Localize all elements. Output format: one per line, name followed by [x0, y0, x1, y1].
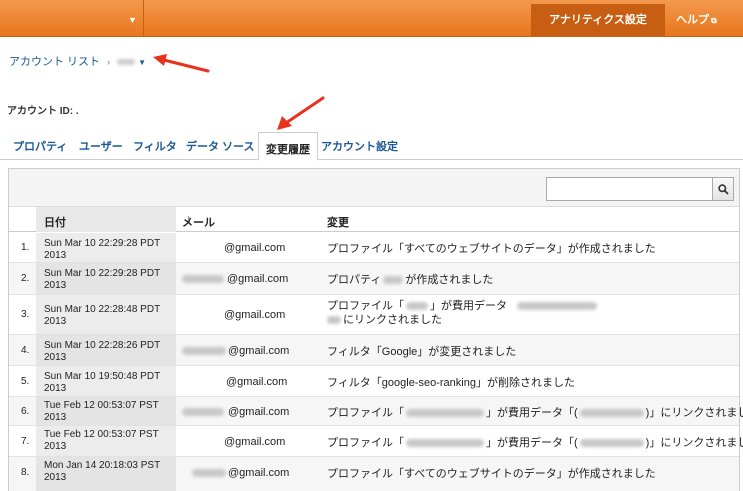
redacted-email	[192, 469, 226, 477]
redacted-value	[327, 316, 341, 325]
row-email: @gmail.com	[182, 467, 289, 479]
row-number: 2.	[21, 273, 30, 284]
breadcrumb: アカウント リスト › ▼	[9, 53, 146, 69]
table-row: 7. Tue Feb 12 00:53:07 PST 2013 @gmail.c…	[9, 426, 743, 457]
row-date: Tue Feb 12 00:53:07 PST 2013	[36, 397, 176, 425]
table-row: 3. Sun Mar 10 22:28:48 PDT 2013 @gmail.c…	[9, 295, 739, 335]
account-id-label: アカウント ID: .	[7, 106, 79, 117]
search-button[interactable]	[712, 177, 734, 201]
tab-users[interactable]: ユーザー	[79, 138, 123, 154]
row-change: プロファイル「 」が費用データにリンクされました	[327, 299, 597, 327]
change-text: )」にリンクされました	[645, 437, 743, 449]
annotation-arrow	[153, 54, 210, 73]
row-email: @gmail.com	[182, 273, 288, 285]
row-email: @gmail.com	[224, 436, 286, 448]
date-column-header[interactable]: 日付 ↓	[36, 207, 192, 232]
redacted-value	[517, 302, 597, 311]
row-change: フィルタ「Google」が変更されました	[327, 346, 517, 358]
account-name-redacted[interactable]	[117, 59, 136, 66]
change-text: )」にリンクされました	[645, 407, 743, 419]
account-selector[interactable]: ▼	[0, 0, 144, 37]
table-row: 5. Sun Mar 10 19:50:48 PDT 2013 @gmail.c…	[9, 366, 739, 397]
change-history-panel: 日付 ↓ メール 変更 1. Sun Mar 10 22:29:28 PDT 2…	[8, 168, 743, 491]
row-number: 4.	[21, 345, 30, 356]
row-email: @gmail.com	[182, 406, 289, 418]
row-date: Sun Mar 10 22:29:28 PDT 2013	[36, 233, 176, 262]
account-list-link[interactable]: アカウント リスト	[9, 56, 100, 68]
redacted-value	[579, 409, 644, 418]
table-row: 6. Tue Feb 12 00:53:07 PST 2013 @gmail.c…	[9, 397, 743, 426]
email-domain: @gmail.com	[228, 467, 290, 479]
change-text: 」が費用データ「(	[486, 407, 578, 419]
row-date: Tue Feb 12 00:53:07 PST 2013	[36, 426, 176, 456]
top-nav-bar: ▼ アナリティクス設定 ヘルプ ⧉	[0, 0, 743, 37]
row-number: 1.	[21, 242, 30, 253]
row-change: プロパティ が作成されました	[327, 273, 493, 287]
tab-properties[interactable]: プロパティ	[13, 138, 67, 154]
table-row: 4. Sun Mar 10 22:28:26 PDT 2013 @gmail.c…	[9, 335, 739, 366]
tab-filters[interactable]: フィルタ	[133, 138, 177, 154]
table-row: 1. Sun Mar 10 22:29:28 PDT 2013 @gmail.c…	[9, 233, 739, 263]
search-icon	[718, 184, 729, 195]
row-number: 5.	[21, 376, 30, 387]
change-text: 」が費用データ	[430, 300, 507, 312]
redacted-email	[182, 347, 226, 355]
row-email: @gmail.com	[226, 376, 288, 388]
tab-change-history[interactable]: 変更履歴	[258, 132, 318, 161]
row-number: 3.	[21, 309, 30, 320]
tab-data-sources[interactable]: データ ソース	[186, 138, 255, 154]
chevron-down-icon: ▼	[128, 15, 137, 25]
annotation-arrow	[277, 96, 325, 130]
row-change: プロファイル「 」が費用データ「( )」にリンクされました	[327, 436, 743, 450]
change-text: にリンクされました	[343, 314, 442, 326]
row-number: 8.	[21, 467, 30, 478]
analytics-settings-button[interactable]: アナリティクス設定	[531, 4, 665, 36]
table-row: 2. Sun Mar 10 22:29:28 PDT 2013 @gmail.c…	[9, 263, 739, 295]
redacted-email	[182, 275, 224, 283]
search-bar	[9, 169, 739, 207]
row-email: @gmail.com	[224, 309, 286, 321]
row-change: プロファイル「すべてのウェブサイトのデータ」が作成されました	[327, 468, 656, 480]
chevron-down-icon[interactable]: ▼	[138, 58, 146, 67]
redacted-value	[383, 276, 404, 285]
change-text: プロファイル「	[327, 437, 404, 449]
change-text: プロパティ	[327, 274, 382, 286]
redacted-value	[579, 439, 644, 448]
redacted-value	[406, 409, 484, 418]
external-link-icon: ⧉	[711, 16, 717, 25]
breadcrumb-separator: ›	[107, 57, 111, 67]
change-text: プロファイル「	[327, 407, 404, 419]
row-change: プロファイル「 」が費用データ「( )」にリンクされました	[327, 406, 743, 420]
help-link[interactable]: ヘルプ ⧉	[676, 4, 738, 36]
row-date: Sun Mar 10 19:50:48 PDT 2013	[36, 366, 176, 396]
redacted-value	[406, 302, 428, 311]
redacted-value	[406, 439, 484, 448]
row-date: Sun Mar 10 22:28:26 PDT 2013	[36, 335, 176, 365]
row-date: Mon Jan 14 20:18:03 PST 2013	[36, 457, 176, 491]
email-header[interactable]: メール	[182, 214, 215, 230]
redacted-email	[182, 408, 224, 416]
row-number: 6.	[21, 406, 30, 417]
row-change: フィルタ「google-seo-ranking」が削除されました	[327, 377, 575, 389]
table-header: 日付 ↓ メール 変更	[9, 207, 739, 232]
change-text: プロファイル「	[327, 300, 404, 312]
email-domain: @gmail.com	[227, 273, 289, 285]
change-header[interactable]: 変更	[327, 214, 349, 230]
change-text: 」が費用データ「(	[486, 437, 578, 449]
tab-bar: プロパティ ユーザー フィルタ データ ソース 変更履歴 アカウント設定	[0, 132, 743, 161]
row-number: 7.	[21, 436, 30, 447]
row-date: Sun Mar 10 22:29:28 PDT 2013	[36, 263, 176, 294]
row-date: Sun Mar 10 22:28:48 PDT 2013	[36, 295, 176, 334]
row-change: プロファイル「すべてのウェブサイトのデータ」が作成されました	[327, 243, 656, 255]
email-domain: @gmail.com	[228, 406, 290, 418]
tab-account-settings[interactable]: アカウント設定	[321, 138, 398, 154]
help-label: ヘルプ	[676, 14, 709, 26]
table-row: 8. Mon Jan 14 20:18:03 PST 2013 @gmail.c…	[9, 457, 739, 491]
date-header: 日付	[44, 217, 66, 229]
email-domain: @gmail.com	[228, 345, 290, 357]
change-text: が作成されました	[405, 274, 494, 286]
search-input[interactable]	[546, 177, 716, 201]
row-email: @gmail.com	[224, 242, 286, 254]
row-email: @gmail.com	[182, 345, 289, 357]
